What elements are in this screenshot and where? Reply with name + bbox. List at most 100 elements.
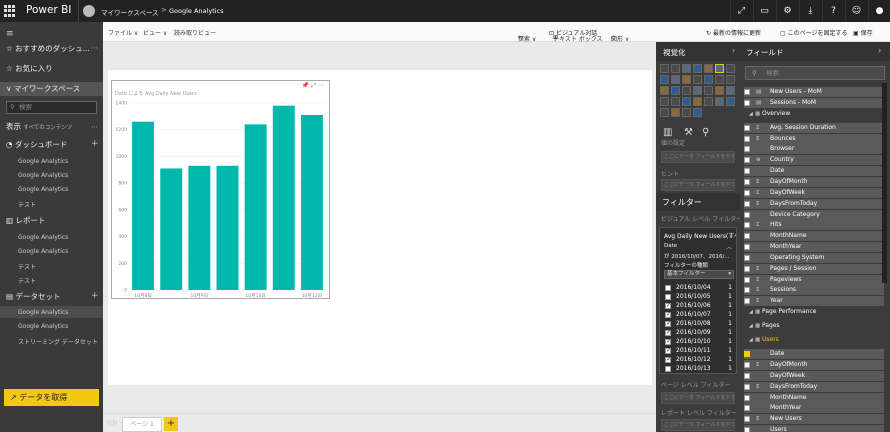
pin-page-button[interactable]: ▢ このページを固定する <box>780 28 847 37</box>
fields-search-input[interactable]: ⚲ 検索 <box>745 66 885 80</box>
nav-featured-more-icon[interactable]: ⋯ <box>91 44 98 52</box>
chevron-up-icon[interactable]: ︿ <box>726 242 732 251</box>
report-item[interactable]: Google Analytics <box>18 248 68 255</box>
collapse-viz-icon[interactable]: › <box>732 46 735 55</box>
add-page-button[interactable]: + <box>164 417 178 431</box>
add-dataset-icon[interactable]: + <box>91 291 99 301</box>
field-item[interactable]: Σ Bounces <box>744 133 884 144</box>
checkbox[interactable] <box>744 99 750 106</box>
field-table[interactable]: ◢ ▦ Pages <box>744 321 884 331</box>
dashboard-item[interactable]: テスト <box>18 200 36 209</box>
visual-type-icon[interactable] <box>671 64 680 73</box>
visual-type-icon[interactable] <box>682 75 691 84</box>
visual-type-icon[interactable] <box>715 64 724 73</box>
checkbox[interactable] <box>744 157 750 164</box>
file-menu[interactable]: ファイル ∨ <box>108 28 138 37</box>
checkbox[interactable] <box>744 222 750 229</box>
breadcrumb-report[interactable]: Google Analytics <box>169 7 224 15</box>
hamburger-icon[interactable]: ≡ <box>6 29 14 39</box>
nav-display-more-icon[interactable]: ⋯ <box>91 123 98 131</box>
filter-value-row[interactable]: 2016/10/05 1 <box>664 293 734 302</box>
visual-type-icon[interactable] <box>671 108 680 117</box>
nav-datasets[interactable]: ▤ データセット <box>0 290 103 304</box>
breadcrumb-workspace[interactable]: マイワークスペース <box>101 7 159 17</box>
field-item[interactable]: Σ DaysFromToday <box>744 381 884 392</box>
visual-type-icon[interactable] <box>682 97 691 106</box>
bar[interactable] <box>272 105 295 290</box>
checkbox[interactable] <box>744 233 750 240</box>
field-item[interactable]: Σ Sessions <box>744 285 884 296</box>
field-item[interactable]: Users <box>744 425 884 432</box>
user-icon[interactable]: ● <box>868 0 890 22</box>
checkbox[interactable] <box>665 311 671 318</box>
app-launcher-icon[interactable] <box>4 5 16 17</box>
save-button[interactable]: ▣ 保存 <box>853 28 873 37</box>
nav-favorites[interactable]: ☆ お気に入り <box>0 62 103 76</box>
filter-value-row[interactable]: 2016/10/06 1 <box>664 302 734 311</box>
prev-page-icon[interactable]: ◁ <box>106 419 111 426</box>
checkbox[interactable] <box>744 394 750 401</box>
checkbox[interactable] <box>744 189 750 196</box>
checkbox[interactable] <box>665 366 671 372</box>
filter-value-row[interactable]: 2016/10/11 1 <box>664 347 734 356</box>
visual-type-icon[interactable] <box>704 97 713 106</box>
field-item[interactable]: ▤ Sessions - MoM <box>744 97 884 108</box>
visual-type-icon[interactable] <box>693 64 702 73</box>
field-item[interactable]: MonthName <box>744 231 884 242</box>
checkbox[interactable] <box>744 265 750 272</box>
visual-type-icon[interactable] <box>660 75 669 84</box>
bar[interactable] <box>216 165 239 290</box>
filter-value-row[interactable]: 2016/10/04 1 <box>664 284 734 293</box>
checkbox[interactable] <box>665 285 671 291</box>
dataset-item[interactable]: ストリーミング データセット <box>18 337 98 346</box>
checkbox[interactable] <box>744 124 750 131</box>
report-item[interactable]: テスト <box>18 262 36 271</box>
field-item[interactable]: DayOfWeek <box>744 370 884 381</box>
field-item[interactable]: Σ Hits <box>744 220 884 231</box>
checkbox[interactable] <box>665 338 671 345</box>
download-icon[interactable]: ⤓ <box>799 0 821 22</box>
gear-icon[interactable]: ⚙ <box>776 0 798 22</box>
analytics-icon[interactable]: ⚲ <box>702 127 709 138</box>
bar[interactable] <box>132 121 155 290</box>
checkbox[interactable] <box>744 372 750 379</box>
field-item[interactable]: Σ Pageviews <box>744 274 884 285</box>
page-tab-1[interactable]: ページ 1 <box>122 417 162 432</box>
report-filter-drop[interactable]: ここにデータ フィールドをドラ... <box>661 419 735 431</box>
field-item[interactable]: Σ Pages / Session <box>744 263 884 274</box>
checkbox[interactable] <box>744 200 750 207</box>
bar[interactable] <box>160 168 183 290</box>
chat-icon[interactable]: ▭ <box>753 0 775 22</box>
field-item[interactable]: ⊕ Country <box>744 155 884 166</box>
get-data-button[interactable]: ↗ データを取得 <box>4 389 99 406</box>
nav-display[interactable]: 表示 すべてのコンテンツ <box>0 120 103 134</box>
checkbox[interactable] <box>744 298 750 305</box>
checkbox[interactable] <box>744 362 750 368</box>
checkbox[interactable] <box>665 329 671 336</box>
visual-type-icon[interactable] <box>726 64 735 73</box>
field-item[interactable]: Device Category <box>744 209 884 220</box>
field-table[interactable]: ◢ ▦ Overview <box>744 109 884 119</box>
checkbox[interactable] <box>744 383 750 390</box>
checkbox[interactable] <box>744 416 750 423</box>
field-item[interactable]: Σ New Users <box>744 414 884 425</box>
visual-type-icon[interactable] <box>715 75 724 84</box>
checkbox[interactable] <box>744 254 750 261</box>
visual-type-icon[interactable] <box>704 64 713 73</box>
collapse-fields-icon[interactable]: › <box>878 46 881 55</box>
visual-type-icon[interactable] <box>660 86 669 95</box>
visual-type-icon[interactable] <box>671 86 680 95</box>
checkbox[interactable] <box>744 427 750 432</box>
checkbox[interactable] <box>744 146 750 153</box>
next-page-icon[interactable]: ▷ <box>113 419 118 426</box>
visual-type-icon[interactable] <box>660 108 669 117</box>
brand-title[interactable]: Power BI <box>26 4 71 16</box>
report-item[interactable]: テスト <box>18 276 36 285</box>
fields-well-icon[interactable]: ▥ <box>663 127 672 138</box>
checkbox[interactable] <box>665 347 671 354</box>
checkbox[interactable] <box>744 276 750 283</box>
nav-featured[interactable]: ☆ おすすめのダッシュ... <box>0 42 103 56</box>
field-item[interactable]: Σ Year <box>744 296 884 307</box>
nav-reports[interactable]: ▥ レポート <box>0 214 103 228</box>
filter-value-row[interactable]: 2016/10/12 1 <box>664 356 734 365</box>
